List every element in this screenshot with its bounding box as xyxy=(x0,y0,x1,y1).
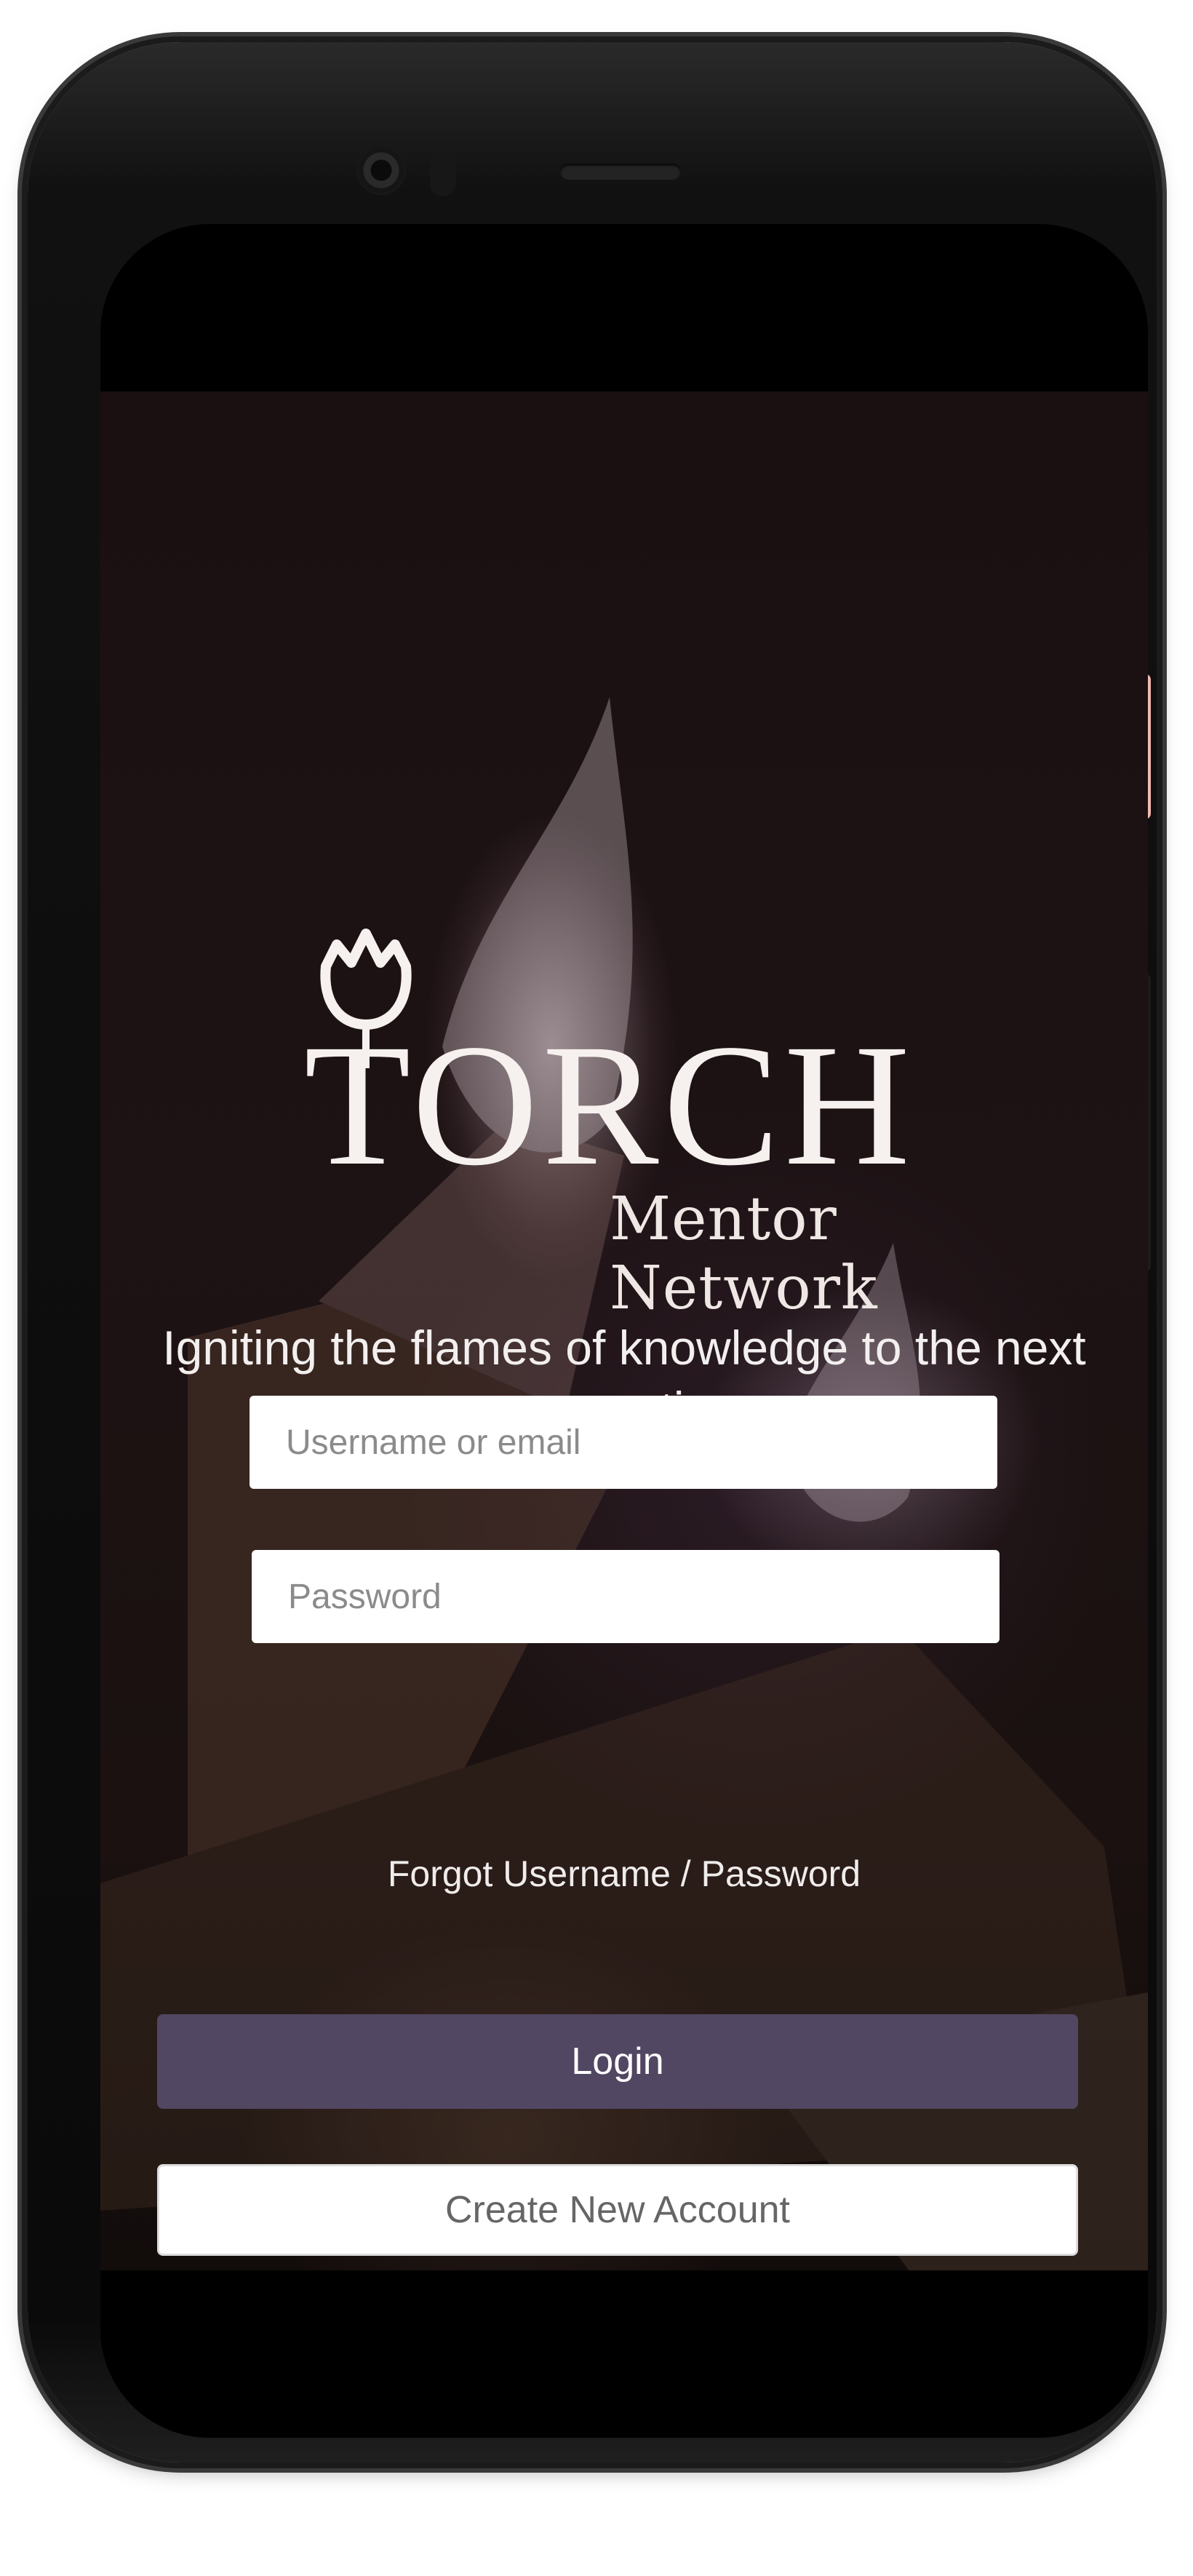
username-field[interactable] xyxy=(250,1396,997,1489)
brand-name: TORCH xyxy=(304,1008,915,1201)
password-input[interactable] xyxy=(287,1575,965,1618)
screen: TORCH Mentor Network Igniting the flames… xyxy=(100,224,1148,2438)
phone-frame: TORCH Mentor Network Igniting the flames… xyxy=(28,42,1157,2462)
login-button[interactable]: Login xyxy=(157,2014,1078,2109)
front-camera xyxy=(359,148,404,193)
navigation-bar xyxy=(100,2270,1148,2438)
login-screen: TORCH Mentor Network Igniting the flames… xyxy=(100,391,1148,2438)
create-account-button[interactable]: Create New Account xyxy=(157,2164,1078,2256)
forgot-credentials-link[interactable]: Forgot Username / Password xyxy=(100,1853,1148,1895)
password-field[interactable] xyxy=(252,1550,1000,1643)
username-input[interactable] xyxy=(284,1421,962,1463)
brand-subtitle: Mentor Network xyxy=(610,1185,878,1323)
earpiece-speaker xyxy=(560,164,681,180)
proximity-sensor xyxy=(430,151,456,196)
status-bar xyxy=(100,224,1148,391)
torch-logo: TORCH Mentor Network xyxy=(268,923,1053,1323)
